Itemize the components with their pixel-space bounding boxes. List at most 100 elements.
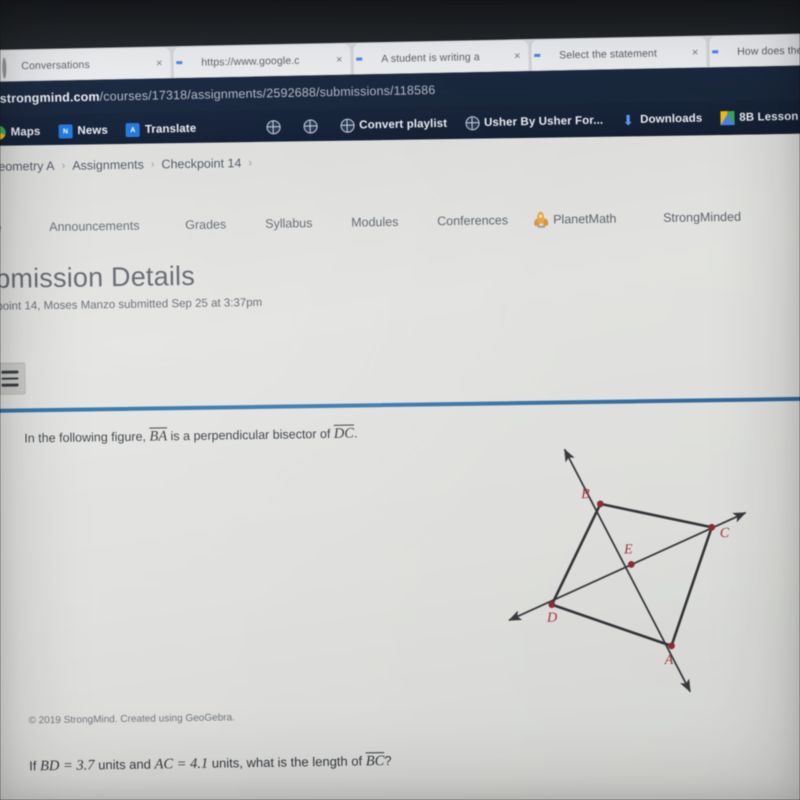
bookmark-translate[interactable]: A Translate <box>117 122 206 138</box>
nav-item-planetmath[interactable]: PlanetMath <box>533 211 616 228</box>
breadcrumb-item-course[interactable]: eometry A <box>0 159 55 174</box>
bookmark-convert-playlist[interactable]: Convert playlist <box>331 117 456 134</box>
browser-tab[interactable]: Select the statement × <box>529 36 707 72</box>
browser-tab[interactable]: A student is writing a × <box>351 40 529 75</box>
value-ac: = 4.1 <box>172 755 209 773</box>
var-bd: BD <box>39 757 60 775</box>
prompt-mid: is a perpendicular bisector of <box>167 426 334 444</box>
geometry-figure: B C E D A <box>488 434 800 709</box>
bookmark-maps[interactable]: Maps <box>0 125 50 140</box>
browser-tab[interactable]: How does the section × <box>707 32 800 68</box>
close-icon[interactable]: × <box>512 50 522 62</box>
hamburger-bar <box>0 377 18 380</box>
breadcrumb-item-assignments[interactable]: Assignments <box>72 158 144 173</box>
bookmark-label: News <box>77 124 109 138</box>
google-icon <box>718 45 731 58</box>
hamburger-bar <box>1 383 19 387</box>
point-A <box>668 642 675 650</box>
nav-item-modules[interactable]: Modules <box>351 215 398 230</box>
nav-label: ome <box>0 221 2 235</box>
figure-svg <box>508 448 747 693</box>
close-icon[interactable]: × <box>334 53 344 65</box>
chevron-right-icon: › <box>61 159 66 172</box>
close-icon[interactable]: × <box>690 46 700 58</box>
globe-icon <box>303 119 318 134</box>
question-ask: If BD = 3.7 units and AC = 4.1 units, wh… <box>29 753 392 775</box>
news-icon: N <box>58 124 73 139</box>
ask-pre: If <box>29 758 41 774</box>
nav-item-announcements[interactable]: Announcements <box>49 219 140 234</box>
tab-title: https://www.google.c <box>201 54 300 69</box>
submission-meta: eckpoint 14, Moses Manzo submitted Sep 2… <box>0 296 263 314</box>
bookmark-downloads[interactable]: ⬇ Downloads <box>612 111 712 128</box>
nav-label: Conferences <box>437 213 509 229</box>
bookmark-label: Convert playlist <box>359 117 448 132</box>
bookmark-8b-lesson[interactable]: 8B Lesson 1.flv - Go... <box>711 108 800 126</box>
prompt-pre: In the following figure, <box>24 429 150 446</box>
bookmark-label: Usher By Usher For... <box>483 114 604 130</box>
figure-credit: © 2019 StrongMind. Created using GeoGebr… <box>28 712 235 727</box>
segment-bc: BC <box>365 753 385 770</box>
ask-end: ? <box>384 753 392 769</box>
bookmark-unnamed-2[interactable] <box>294 119 331 134</box>
tab-title: Conversations <box>21 58 90 72</box>
segment-B-C <box>600 502 713 529</box>
close-icon[interactable]: × <box>154 57 164 69</box>
nav-item-conferences[interactable]: Conferences <box>437 213 508 228</box>
nav-item-grades[interactable]: Grades <box>185 217 226 232</box>
nav-label: Modules <box>351 214 399 230</box>
address-path: /courses/17318/assignments/2592688/submi… <box>99 82 436 104</box>
translate-icon: A <box>125 122 141 138</box>
bookmark-usher[interactable]: Usher By Usher For... <box>456 113 612 131</box>
hamburger-bar <box>0 370 18 374</box>
nav-item-home[interactable]: ome <box>0 221 2 235</box>
bookmark-unnamed-1[interactable] <box>257 120 294 135</box>
segment-D-A <box>551 603 672 648</box>
chevron-right-icon: › <box>248 157 253 170</box>
browser-tab[interactable]: Conversations × <box>0 47 171 82</box>
maps-icon <box>0 125 6 140</box>
tab-title: How does the section <box>737 43 800 58</box>
segment-ba: BA <box>149 428 168 445</box>
conversations-icon <box>2 57 15 79</box>
point-label-C: C <box>719 525 730 542</box>
browser-window: Conversations × https://www.google.c × A… <box>0 32 800 157</box>
globe-icon <box>340 118 355 133</box>
globe-icon <box>266 120 281 135</box>
nav-label: Announcements <box>49 218 140 235</box>
google-icon <box>540 49 553 62</box>
bookmark-label: Translate <box>144 122 197 136</box>
nav-label: Grades <box>185 217 227 233</box>
google-drive-icon <box>720 110 735 126</box>
bookmark-news[interactable]: N News <box>49 123 117 139</box>
point-label-D: D <box>546 610 558 626</box>
var-ac: AC <box>154 756 174 773</box>
ask-units-2: units, what is the length of <box>208 753 366 771</box>
nav-item-syllabus[interactable]: Syllabus <box>265 216 312 231</box>
segment-dc: DC <box>333 425 355 442</box>
google-icon <box>182 56 195 69</box>
prompt-end: . <box>353 426 358 441</box>
browser-tab[interactable]: https://www.google.c × <box>171 43 351 79</box>
tab-title: A student is writing a <box>381 50 480 65</box>
course-nav: ome Announcements Grades Syllabus Module… <box>0 200 800 244</box>
nav-item-strongminded[interactable]: StrongMinded <box>663 210 741 225</box>
chevron-right-icon: › <box>150 158 155 171</box>
bookmark-label: Downloads <box>640 112 703 126</box>
section-divider <box>0 396 800 413</box>
question-prompt: In the following figure, BA is a perpend… <box>24 425 357 447</box>
value-bd: = 3.7 <box>59 757 95 774</box>
tab-title: Select the statement <box>559 47 658 61</box>
globe-icon <box>464 116 480 131</box>
bookmark-label: 8B Lesson 1.flv - Go... <box>739 109 800 124</box>
page-title: ubmission Details <box>0 260 196 295</box>
screen-photograph: Conversations × https://www.google.c × A… <box>0 0 800 800</box>
breadcrumb-item-checkpoint[interactable]: Checkpoint 14 <box>161 156 241 171</box>
point-label-E: E <box>623 542 633 558</box>
hamburger-menu-button[interactable] <box>0 362 26 395</box>
nav-label: PlanetMath <box>553 211 617 227</box>
lms-page: eometry A › Assignments › Checkpoint 14 … <box>0 133 800 800</box>
point-E <box>627 561 635 568</box>
address-domain: s.strongmind.com <box>0 89 100 106</box>
google-icon <box>362 52 375 65</box>
